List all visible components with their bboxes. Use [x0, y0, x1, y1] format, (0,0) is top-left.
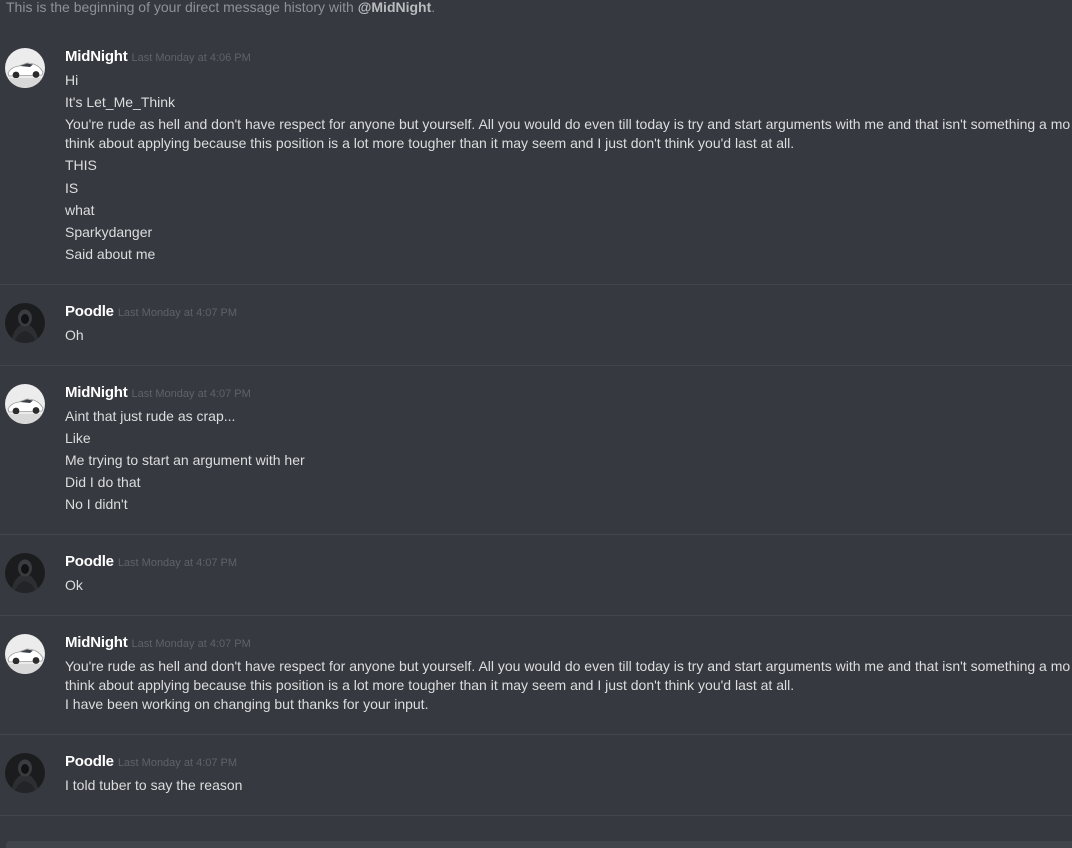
- message-text: Sparkydanger: [65, 224, 153, 240]
- message-header: Poodle Last Monday at 4:07 PM: [65, 753, 237, 773]
- message-text: Oh: [65, 327, 84, 343]
- message-text: I told tuber to say the reason: [65, 777, 243, 793]
- white-sports-car-avatar-icon: [5, 48, 45, 88]
- message-divider: [0, 815, 1072, 816]
- timestamp: Last Monday at 4:07 PM: [131, 388, 251, 400]
- white-sports-car-avatar-icon: [5, 384, 45, 424]
- message-text: Like: [65, 430, 91, 446]
- message-text: I have been working on changing but than…: [65, 696, 429, 712]
- timestamp: Last Monday at 4:06 PM: [131, 52, 251, 64]
- message-text: Hi: [65, 72, 79, 88]
- timestamp: Last Monday at 4:07 PM: [117, 557, 238, 569]
- message-header: Poodle Last Monday at 4:07 PM: [65, 553, 237, 573]
- message-divider: [0, 534, 1072, 535]
- message-text: You're rude as hell and don't have respe…: [65, 658, 1071, 674]
- message-header: MidNight Last Monday at 4:07 PM: [65, 384, 251, 404]
- avatar[interactable]: [5, 753, 45, 793]
- message-text: No I didn't: [65, 496, 128, 512]
- message-text: Did I do that: [65, 474, 141, 490]
- intro-prefix: This is the beginning of your direct mes…: [6, 0, 358, 15]
- username[interactable]: MidNight: [65, 48, 128, 65]
- avatar[interactable]: [5, 553, 45, 593]
- message-text: Said about me: [65, 246, 156, 262]
- timestamp: Last Monday at 4:07 PM: [117, 757, 238, 769]
- message-text: THIS: [65, 157, 97, 173]
- message-text: Aint that just rude as crap...: [65, 408, 236, 424]
- username[interactable]: MidNight: [65, 634, 128, 651]
- dark-hooded-figure-avatar-icon: [5, 553, 45, 593]
- message-divider: [0, 365, 1072, 366]
- white-sports-car-avatar-icon: [5, 634, 45, 674]
- intro-suffix: .: [431, 0, 436, 15]
- dm-chat-view: This is the beginning of your direct mes…: [0, 0, 1072, 848]
- username[interactable]: Poodle: [65, 303, 114, 320]
- username[interactable]: MidNight: [65, 384, 128, 401]
- message-divider: [0, 284, 1072, 285]
- avatar[interactable]: [5, 384, 45, 424]
- message-text: think about applying because this positi…: [65, 677, 795, 693]
- username[interactable]: Poodle: [65, 553, 114, 570]
- message-header: Poodle Last Monday at 4:07 PM: [65, 303, 237, 323]
- timestamp: Last Monday at 4:07 PM: [131, 638, 251, 650]
- message-text: It's Let_Me_Think: [65, 94, 176, 110]
- avatar[interactable]: [5, 48, 45, 88]
- dark-hooded-figure-avatar-icon: [5, 753, 45, 793]
- message-text: You're rude as hell and don't have respe…: [65, 116, 1071, 132]
- username[interactable]: Poodle: [65, 753, 114, 770]
- message-divider: [0, 615, 1072, 616]
- user-mention[interactable]: @MidNight: [358, 0, 432, 15]
- message-text: what: [65, 202, 95, 218]
- message-text: Me trying to start an argument with her: [65, 452, 305, 468]
- message-divider: [0, 734, 1072, 735]
- message-text: Ok: [65, 577, 83, 593]
- message-text: think about applying because this positi…: [65, 135, 795, 151]
- dark-hooded-figure-avatar-icon: [5, 303, 45, 343]
- message-composer[interactable]: [6, 841, 1072, 848]
- message-header: MidNight Last Monday at 4:06 PM: [65, 48, 251, 68]
- message-text: IS: [65, 180, 79, 196]
- timestamp: Last Monday at 4:07 PM: [117, 307, 238, 319]
- avatar[interactable]: [5, 303, 45, 343]
- dm-history-intro: This is the beginning of your direct mes…: [6, 0, 435, 16]
- message-header: MidNight Last Monday at 4:07 PM: [65, 634, 251, 654]
- avatar[interactable]: [5, 634, 45, 674]
